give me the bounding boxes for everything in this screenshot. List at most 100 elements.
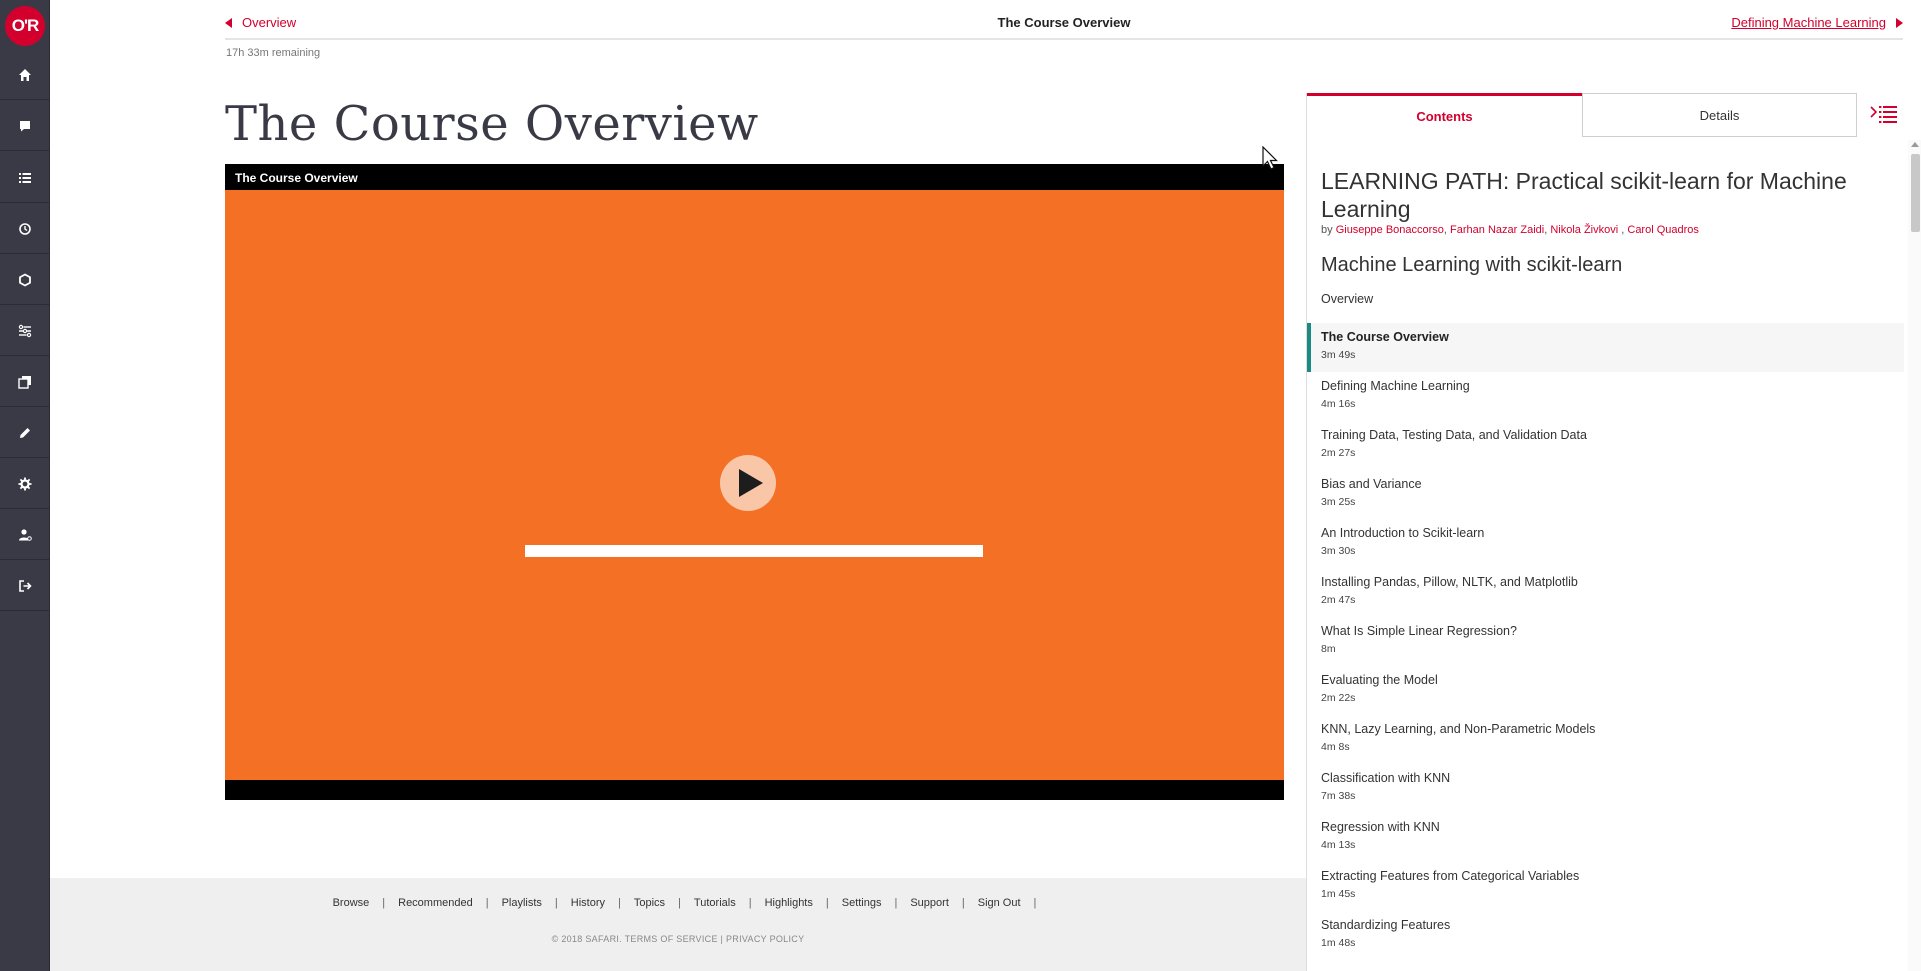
lesson-duration: 1m 48s xyxy=(1321,937,1356,949)
tutorials-icon xyxy=(18,324,32,337)
lesson-duration: 4m 13s xyxy=(1321,839,1356,851)
mouse-cursor-icon xyxy=(1262,146,1278,170)
author-link[interactable]: Nikola Živkovi xyxy=(1550,224,1618,236)
footer-link-playlists[interactable]: Playlists xyxy=(489,897,555,909)
lesson-duration: 3m 25s xyxy=(1321,496,1356,508)
lesson-duration: 7m 38s xyxy=(1321,790,1356,802)
toc-toggle-button[interactable] xyxy=(1869,103,1899,125)
footer-link-support[interactable]: Support xyxy=(897,897,962,909)
lesson-title: KNN, Lazy Learning, and Non-Parametric M… xyxy=(1321,722,1596,736)
footer: Browse | Recommended | Playlists | History | Top… xyxy=(50,878,1306,971)
loading-progress-bar xyxy=(525,545,983,557)
lesson-item[interactable]: The Course Overview 3m 49s xyxy=(1307,323,1904,372)
current-lesson-title: The Course Overview xyxy=(997,15,1131,30)
footer-link-recommended[interactable]: Recommended xyxy=(385,897,486,909)
toc-icon xyxy=(1870,106,1897,123)
lesson-duration: 2m 27s xyxy=(1321,447,1356,459)
lesson-title: Evaluating the Model xyxy=(1321,673,1438,687)
learning-path-title: LEARNING PATH: Practical scikit-learn fo… xyxy=(1321,168,1847,222)
lesson-duration: 3m 30s xyxy=(1321,545,1356,557)
footer-link-highlights[interactable]: Highlights xyxy=(752,897,826,909)
scrollbar-thumb[interactable] xyxy=(1911,154,1920,232)
sidebar-item-topics[interactable] xyxy=(0,255,50,305)
sidebar-item-recommended[interactable] xyxy=(0,101,50,151)
sidebar-item-account[interactable] xyxy=(0,510,50,560)
footer-link-tutorials[interactable]: Tutorials xyxy=(681,897,749,909)
lesson-title: Classification with KNN xyxy=(1321,771,1451,785)
lesson-item[interactable]: KNN, Lazy Learning, and Non-Parametric M… xyxy=(1307,715,1904,764)
table-of-contents-panel: Contents Details LEARNING PATH: Practica… xyxy=(1306,93,1904,971)
panel-scrollbar[interactable] xyxy=(1908,140,1921,971)
footer-link-browse[interactable]: Browse xyxy=(320,897,383,909)
author-link[interactable]: Carol Quadros xyxy=(1627,224,1699,236)
video-title: The Course Overview xyxy=(235,171,358,185)
lesson-duration: 8m xyxy=(1321,643,1336,655)
tab-contents[interactable]: Contents xyxy=(1307,93,1582,137)
logo[interactable]: O'R xyxy=(5,6,45,46)
lesson-duration: 4m 8s xyxy=(1321,741,1350,753)
video-player[interactable]: The Course Overview xyxy=(225,164,1284,800)
history-icon xyxy=(19,222,31,235)
lesson-item[interactable]: Training Data, Testing Data, and Validat… xyxy=(1307,421,1904,470)
by-label: by xyxy=(1321,224,1333,236)
tab-details[interactable]: Details xyxy=(1582,93,1857,137)
section-overview[interactable]: Overview xyxy=(1321,292,1373,306)
video-canvas[interactable] xyxy=(225,190,1284,780)
next-lesson-label: Defining Machine Learning xyxy=(1731,15,1886,30)
copy-icon xyxy=(18,375,31,389)
pencil-icon xyxy=(20,427,30,438)
arrow-right-icon xyxy=(1896,17,1903,28)
lesson-item[interactable]: Extracting Features from Categorical Var… xyxy=(1307,862,1904,911)
byline: by Giuseppe Bonaccorso, Farhan Nazar Zai… xyxy=(1321,224,1699,236)
lesson-title: An Introduction to Scikit-learn xyxy=(1321,526,1485,540)
course-title: Machine Learning with scikit-learn xyxy=(1321,254,1623,276)
sidebar-item-highlights[interactable] xyxy=(0,357,50,407)
lesson-title: Regression with KNN xyxy=(1321,820,1440,834)
hexagon-icon xyxy=(19,272,31,287)
lesson-item[interactable]: Classification with KNN 7m 38s xyxy=(1307,764,1904,813)
lesson-item[interactable]: An Introduction to Scikit-learn 3m 30s xyxy=(1307,519,1904,568)
sidebar-item-home[interactable] xyxy=(0,50,50,100)
lesson-item[interactable]: Standardizing Features 1m 48s xyxy=(1307,911,1904,960)
footer-links: Browse | Recommended | Playlists | History | Top… xyxy=(50,897,1306,909)
play-button[interactable] xyxy=(720,455,776,511)
lesson-item[interactable]: Evaluating the Model 2m 22s xyxy=(1307,666,1904,715)
lesson-item[interactable]: Installing Pandas, Pillow, NLTK, and Mat… xyxy=(1307,568,1904,617)
gear-icon xyxy=(18,477,32,490)
footer-link-sign-out[interactable]: Sign Out xyxy=(965,897,1034,909)
copyright: © 2018 SAFARI. TERMS OF SERVICE | PRIVAC… xyxy=(551,934,805,944)
lesson-list: The Course Overview 3m 49s Defining Machin… xyxy=(1307,323,1904,960)
sidebar-item-notes[interactable] xyxy=(0,408,50,458)
lesson-title: Defining Machine Learning xyxy=(1321,379,1470,393)
footer-link-settings[interactable]: Settings xyxy=(829,897,895,909)
next-lesson-link[interactable]: Defining Machine Learning xyxy=(1731,15,1903,30)
lesson-item[interactable]: Regression with KNN 4m 13s xyxy=(1307,813,1904,862)
footer-link-history[interactable]: History xyxy=(558,897,618,909)
lesson-title: The Course Overview xyxy=(1321,330,1449,344)
author-link[interactable]: Farhan Nazar Zaidi xyxy=(1450,224,1544,236)
lesson-title: Extracting Features from Categorical Var… xyxy=(1321,869,1580,883)
panel-tabs: Contents Details xyxy=(1307,93,1904,137)
lesson-item[interactable]: Defining Machine Learning 4m 16s xyxy=(1307,372,1904,421)
footer-link-topics[interactable]: Topics xyxy=(621,897,678,909)
chat-icon xyxy=(20,120,30,131)
user-icon xyxy=(19,528,32,541)
lesson-duration: 2m 22s xyxy=(1321,692,1356,704)
sidebar-item-playlists[interactable] xyxy=(0,153,50,203)
sidebar-item-settings[interactable] xyxy=(0,459,50,509)
lesson-title: Bias and Variance xyxy=(1321,477,1422,491)
lesson-item[interactable]: What Is Simple Linear Regression? 8m xyxy=(1307,617,1904,666)
lesson-title: Training Data, Testing Data, and Validat… xyxy=(1321,428,1587,442)
lesson-title: Installing Pandas, Pillow, NLTK, and Mat… xyxy=(1321,575,1578,589)
play-icon xyxy=(739,469,763,497)
scroll-up-icon[interactable] xyxy=(1911,142,1919,147)
sidebar-item-sign-out[interactable] xyxy=(0,561,50,611)
lesson-title: What Is Simple Linear Regression? xyxy=(1321,624,1517,638)
lesson-duration: 2m 47s xyxy=(1321,594,1356,606)
sidebar-item-history[interactable] xyxy=(0,204,50,254)
page-title: The Course Overview xyxy=(225,96,759,152)
panel-body: LEARNING PATH: Practical scikit-learn fo… xyxy=(1307,137,1904,971)
author-link[interactable]: Giuseppe Bonaccorso xyxy=(1336,224,1444,236)
lesson-item[interactable]: Bias and Variance 3m 25s xyxy=(1307,470,1904,519)
sidebar-item-tutorials[interactable] xyxy=(0,306,50,356)
